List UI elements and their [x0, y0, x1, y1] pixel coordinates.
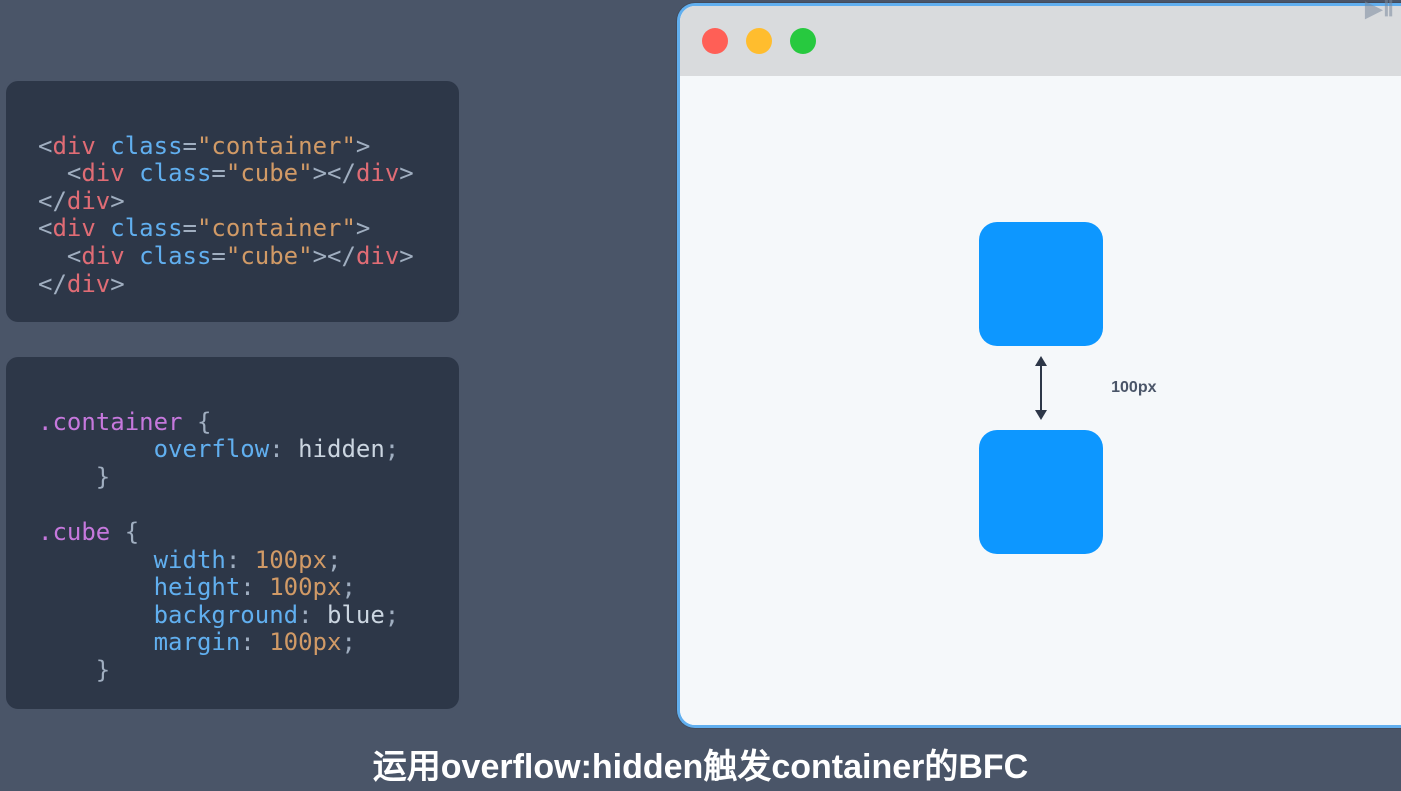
code-token: </ — [38, 187, 67, 215]
code-token: div — [81, 242, 124, 270]
code-token: = — [183, 214, 197, 242]
code-token — [38, 546, 154, 574]
rendered-cube-bottom — [979, 430, 1103, 554]
rendered-cube-top — [979, 222, 1103, 346]
code-token: < — [67, 159, 81, 187]
code-token: > — [356, 132, 370, 160]
code-token: > — [313, 242, 327, 270]
code-token: .cube — [38, 518, 110, 546]
code-token: : — [298, 601, 327, 629]
code-token: > — [110, 270, 124, 298]
code-token: : — [240, 573, 269, 601]
code-token: > — [399, 159, 413, 187]
code-token: ; — [327, 546, 341, 574]
code-token: > — [356, 214, 370, 242]
slide-caption: 运用overflow:hidden触发container的BFC — [0, 739, 1401, 788]
code-token: div — [81, 159, 124, 187]
code-token — [125, 242, 139, 270]
code-token: </ — [327, 159, 356, 187]
code-token: ; — [385, 601, 399, 629]
code-token: margin — [154, 628, 241, 656]
code-token: } — [96, 656, 110, 684]
code-token: .container — [38, 408, 183, 436]
code-token: = — [183, 132, 197, 160]
code-token: div — [52, 132, 95, 160]
code-token: width — [154, 546, 226, 574]
code-token: "cube" — [226, 159, 313, 187]
code-token: < — [38, 132, 52, 160]
browser-viewport: 100px — [680, 76, 1401, 725]
code-token: 100px — [269, 573, 341, 601]
code-token: } — [96, 463, 110, 491]
code-token: : — [269, 435, 298, 463]
code-token: </ — [38, 270, 67, 298]
code-token: > — [110, 187, 124, 215]
code-token: ; — [341, 573, 355, 601]
traffic-light-minimize-icon[interactable] — [746, 28, 772, 54]
code-token: : — [226, 546, 255, 574]
traffic-light-close-icon[interactable] — [702, 28, 728, 54]
code-token: </ — [327, 242, 356, 270]
browser-window: 100px — [677, 3, 1401, 728]
code-token — [38, 435, 154, 463]
code-token — [38, 601, 154, 629]
code-token: height — [154, 573, 241, 601]
code-token: 100px — [269, 628, 341, 656]
code-token: blue — [327, 601, 385, 629]
code-token: div — [67, 187, 110, 215]
code-token — [38, 159, 67, 187]
code-token: class — [110, 214, 182, 242]
code-token — [125, 159, 139, 187]
code-token: = — [211, 159, 225, 187]
code-token — [38, 573, 154, 601]
code-token — [38, 242, 67, 270]
code-token: div — [356, 242, 399, 270]
code-token: div — [67, 270, 110, 298]
code-token: = — [211, 242, 225, 270]
code-token: div — [52, 214, 95, 242]
code-token: 100px — [255, 546, 327, 574]
code-token: class — [139, 159, 211, 187]
code-token — [38, 628, 154, 656]
code-token: < — [67, 242, 81, 270]
code-token: "container" — [197, 132, 356, 160]
gap-dimension-label: 100px — [1111, 379, 1156, 397]
dimension-arrow-icon — [1040, 358, 1042, 418]
code-token: div — [356, 159, 399, 187]
margin-gap: 100px — [979, 346, 1103, 430]
css-code-block: .container { overflow: hidden; } .cube {… — [4, 355, 461, 711]
code-token: hidden — [298, 435, 385, 463]
code-token: : — [240, 628, 269, 656]
code-token: ; — [385, 435, 399, 463]
code-token — [38, 463, 96, 491]
watermark-text: ▶Ⅱ — [1365, 0, 1395, 22]
code-token: < — [38, 214, 52, 242]
code-token: ; — [341, 628, 355, 656]
code-token: background — [154, 601, 299, 629]
code-token — [38, 656, 96, 684]
code-token — [96, 132, 110, 160]
code-token: overflow — [154, 435, 270, 463]
code-token: { — [183, 408, 212, 436]
html-code-block: <div class="container"> <div class="cube… — [4, 79, 461, 324]
traffic-light-zoom-icon[interactable] — [790, 28, 816, 54]
code-token: > — [313, 159, 327, 187]
code-token: { — [110, 518, 139, 546]
code-token: class — [139, 242, 211, 270]
browser-titlebar — [680, 6, 1401, 76]
code-token: "container" — [197, 214, 356, 242]
code-token: > — [399, 242, 413, 270]
code-token: class — [110, 132, 182, 160]
code-token: "cube" — [226, 242, 313, 270]
code-token — [96, 214, 110, 242]
